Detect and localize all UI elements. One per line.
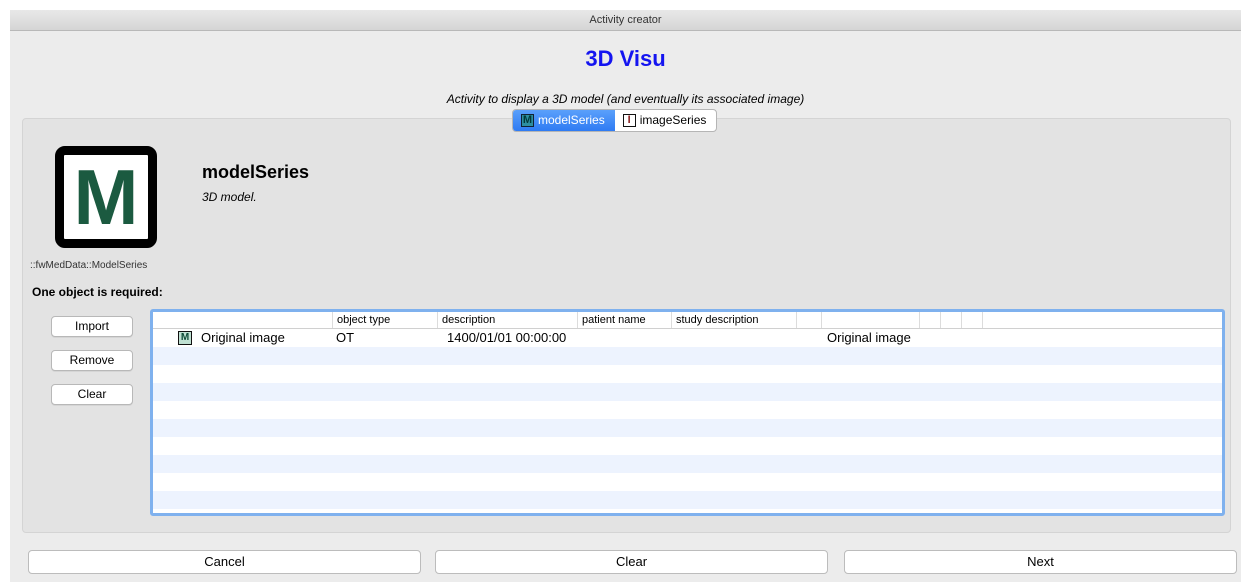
series-type-name: ::fwMedData::ModelSeries (30, 260, 148, 271)
table-row-empty (153, 455, 1222, 473)
activity-title: 3D Visu (585, 46, 666, 71)
model-series-icon-letter: M (73, 153, 139, 241)
series-description: 3D model. (202, 190, 257, 204)
column-header-object-type[interactable]: object type (332, 312, 437, 328)
clear-button[interactable]: Clear (435, 550, 828, 574)
model-series-large-icon: M (55, 146, 157, 248)
row-name: Original image (201, 330, 285, 345)
table-row-empty (153, 347, 1222, 365)
series-title: modelSeries (202, 162, 310, 182)
column-header[interactable] (919, 312, 940, 328)
image-series-icon: I (622, 114, 636, 127)
table-body: M Original image OT 1400/01/01 00:00:00 … (153, 329, 1222, 509)
next-button[interactable]: Next (844, 550, 1237, 574)
table-row-empty (153, 365, 1222, 383)
table-row-empty (153, 383, 1222, 401)
import-button[interactable]: Import (51, 316, 133, 337)
column-header[interactable] (982, 312, 1007, 328)
column-header[interactable] (940, 312, 961, 328)
series-table[interactable]: object type description patient name stu… (150, 309, 1225, 516)
required-label: One object is required: (32, 285, 163, 299)
table-row-empty (153, 437, 1222, 455)
column-header[interactable] (821, 312, 919, 328)
tab-label: modelSeries (538, 113, 605, 127)
column-header[interactable] (796, 312, 821, 328)
model-series-icon: M (178, 331, 192, 345)
row-description: 1400/01/01 00:00:00 (447, 330, 567, 345)
column-header-study-description[interactable]: study description (671, 312, 796, 328)
row-object-type: OT (336, 330, 355, 345)
activity-creator-window: Activity creator 3D Visu Activity to dis… (10, 10, 1241, 582)
tab-imageseries[interactable]: I imageSeries (615, 110, 717, 131)
row-extra: Original image (827, 330, 911, 345)
window-title: Activity creator (10, 10, 1241, 31)
table-row[interactable]: M Original image OT 1400/01/01 00:00:00 … (153, 329, 1222, 347)
table-row-empty (153, 473, 1222, 491)
remove-button[interactable]: Remove (51, 350, 133, 371)
table-header: object type description patient name stu… (153, 312, 1222, 329)
tab-label: imageSeries (639, 113, 707, 127)
column-header[interactable] (961, 312, 982, 328)
clear-selection-button[interactable]: Clear (51, 384, 133, 405)
model-series-icon: M (521, 114, 534, 127)
table-row-empty (153, 419, 1222, 437)
column-header-description[interactable]: description (437, 312, 577, 328)
column-header[interactable] (153, 312, 332, 328)
tab-modelseries[interactable]: M modelSeries (513, 110, 615, 131)
cancel-button[interactable]: Cancel (28, 550, 421, 574)
table-row-empty (153, 491, 1222, 509)
column-header-patient-name[interactable]: patient name (577, 312, 671, 328)
series-tabs: M modelSeries I imageSeries (512, 109, 718, 132)
activity-description: Activity to display a 3D model (and even… (446, 92, 805, 106)
table-row-empty (153, 401, 1222, 419)
